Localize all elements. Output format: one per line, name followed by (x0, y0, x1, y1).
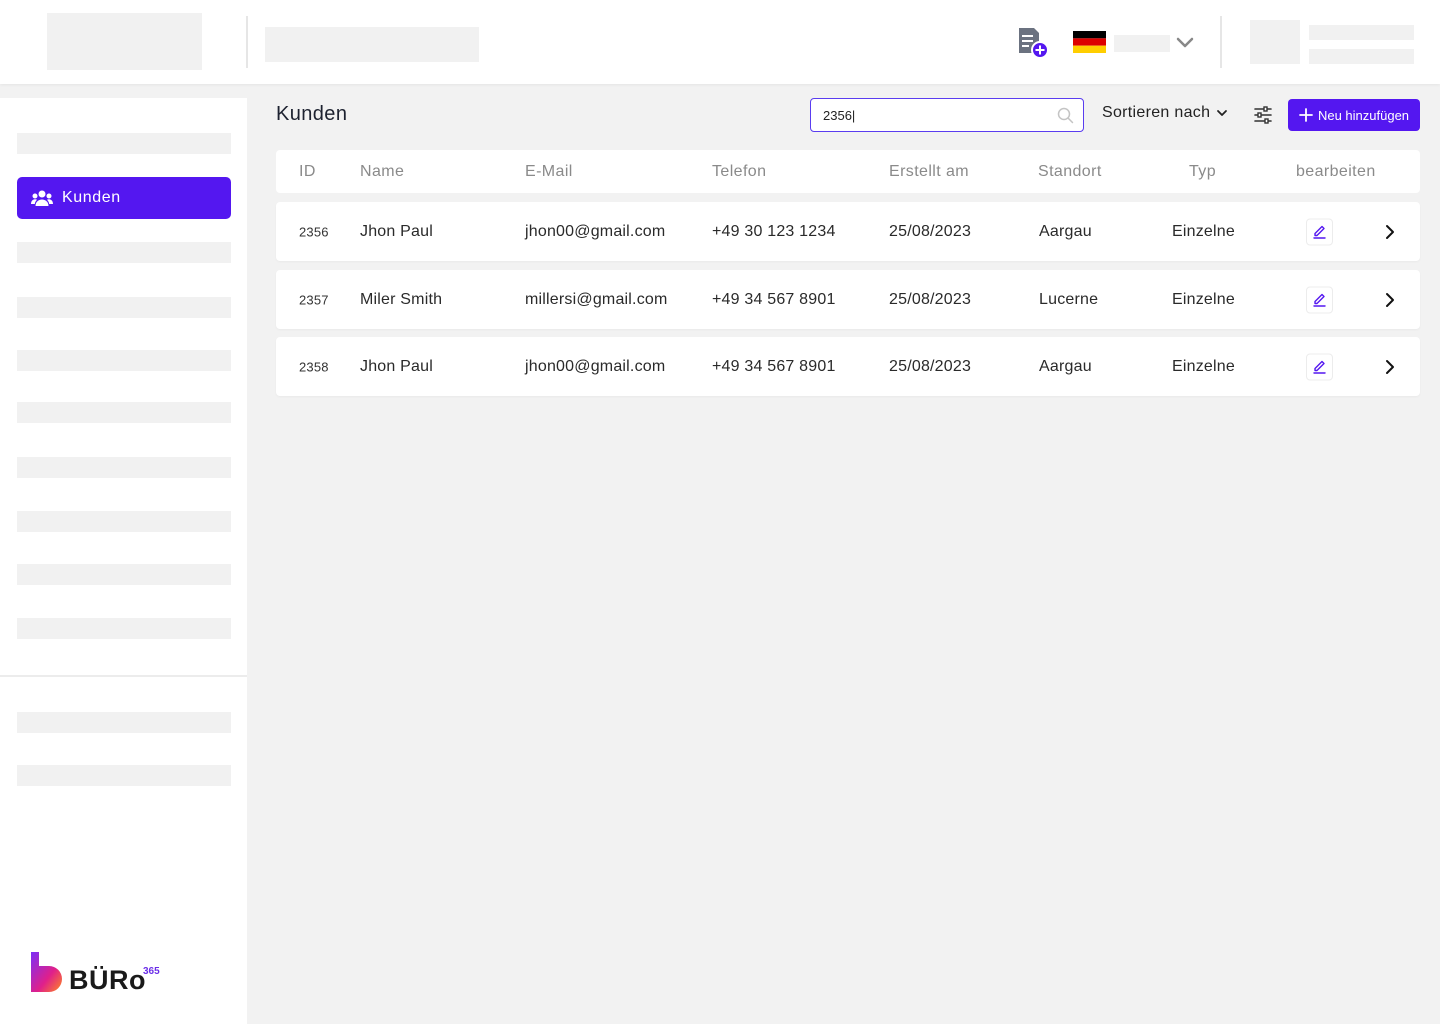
cell-type: Einzelne (1172, 357, 1235, 375)
column-header-id: ID (299, 162, 316, 180)
cell-name: Jhon Paul (360, 357, 433, 375)
page-title: Kunden (276, 103, 348, 125)
sidebar-item-kunden[interactable]: Kunden (17, 177, 231, 219)
cell-email: jhon00@gmail.com (525, 222, 666, 240)
edit-button[interactable] (1306, 286, 1333, 313)
sidebar-item[interactable] (17, 133, 231, 154)
sidebar-item[interactable] (17, 457, 231, 478)
chevron-right-icon[interactable] (1384, 292, 1396, 308)
column-header-created: Erstellt am (889, 162, 969, 180)
column-header-location: Standort (1038, 162, 1102, 180)
table-row[interactable]: 2356 Jhon Paul jhon00@gmail.com +49 30 1… (276, 202, 1420, 261)
sliders-icon[interactable] (1253, 105, 1273, 125)
user-role-placeholder (1309, 49, 1414, 64)
cell-location: Aargau (1039, 357, 1092, 375)
chevron-down-icon[interactable] (1175, 33, 1195, 51)
germany-flag-icon[interactable] (1073, 31, 1106, 53)
logo-placeholder (47, 13, 202, 70)
edit-button[interactable] (1306, 353, 1333, 380)
pencil-icon (1313, 225, 1326, 239)
cell-type: Einzelne (1172, 222, 1235, 240)
add-new-button-label: Neu hinzufügen (1317, 107, 1410, 123)
column-header-type: Typ (1189, 162, 1216, 180)
sort-dropdown[interactable]: Sortieren nach (1102, 104, 1228, 122)
cell-created: 25/08/2023 (889, 222, 972, 240)
table-header: ID Name E-Mail Telefon Erstellt am Stand… (276, 150, 1420, 193)
sort-label: Sortieren nach (1102, 104, 1211, 121)
file-plus-icon[interactable] (1016, 26, 1050, 60)
table-row[interactable]: 2358 Jhon Paul jhon00@gmail.com +49 34 5… (276, 337, 1420, 396)
brand-logo-text: BÜRo (69, 965, 146, 995)
cell-type: Einzelne (1172, 290, 1235, 308)
users-icon (31, 190, 53, 206)
sidebar-item[interactable] (17, 618, 231, 639)
sidebar-item[interactable] (17, 402, 231, 423)
sidebar-item[interactable] (17, 350, 231, 371)
language-label-placeholder (1114, 35, 1170, 52)
cell-location: Lucerne (1039, 290, 1099, 308)
brand-logo-icon (31, 952, 62, 992)
divider (1220, 16, 1222, 68)
cell-phone: +49 30 123 1234 (712, 222, 836, 240)
sidebar-item[interactable] (17, 712, 231, 733)
search-box[interactable] (810, 98, 1084, 132)
table-row[interactable]: 2357 Miler Smith millersi@gmail.com +49 … (276, 270, 1420, 329)
cell-phone: +49 34 567 8901 (712, 357, 836, 375)
sidebar: Kunden BÜRo 365 (0, 98, 247, 1024)
column-header-edit: bearbeiten (1296, 162, 1376, 180)
column-header-name: Name (360, 162, 405, 180)
cell-name: Jhon Paul (360, 222, 433, 240)
top-bar (0, 0, 1440, 84)
sidebar-item[interactable] (17, 765, 231, 786)
sidebar-item[interactable] (17, 564, 231, 585)
sidebar-divider (0, 675, 247, 677)
column-header-email: E-Mail (525, 162, 573, 180)
avatar[interactable] (1250, 20, 1300, 64)
pencil-icon (1313, 360, 1326, 374)
add-new-button[interactable]: Neu hinzufügen (1288, 99, 1420, 131)
search-icon[interactable] (1057, 107, 1074, 124)
search-input[interactable] (823, 107, 1038, 123)
sidebar-item[interactable] (17, 511, 231, 532)
cell-created: 25/08/2023 (889, 290, 972, 308)
cell-id: 2357 (299, 292, 329, 307)
sidebar-item-label: Kunden (62, 189, 121, 206)
cell-email: millersi@gmail.com (525, 290, 668, 308)
user-name-placeholder (1309, 25, 1414, 40)
cell-email: jhon00@gmail.com (525, 357, 666, 375)
pencil-icon (1313, 293, 1326, 307)
divider (246, 16, 248, 68)
column-header-phone: Telefon (712, 162, 767, 180)
sidebar-item[interactable] (17, 242, 231, 263)
cell-name: Miler Smith (360, 290, 443, 308)
brand-logo-superscript: 365 (143, 966, 160, 977)
chevron-right-icon[interactable] (1384, 359, 1396, 375)
plus-icon (1299, 108, 1313, 122)
cell-created: 25/08/2023 (889, 357, 972, 375)
cell-id: 2358 (299, 359, 329, 374)
cell-location: Aargau (1039, 222, 1092, 240)
chevron-right-icon[interactable] (1384, 224, 1396, 240)
cell-id: 2356 (299, 224, 329, 239)
chevron-down-icon (1217, 110, 1228, 116)
brand-logo: BÜRo 365 (30, 950, 170, 1000)
sidebar-item[interactable] (17, 297, 231, 318)
edit-button[interactable] (1306, 218, 1333, 245)
cell-phone: +49 34 567 8901 (712, 290, 836, 308)
breadcrumb-placeholder (265, 27, 479, 62)
